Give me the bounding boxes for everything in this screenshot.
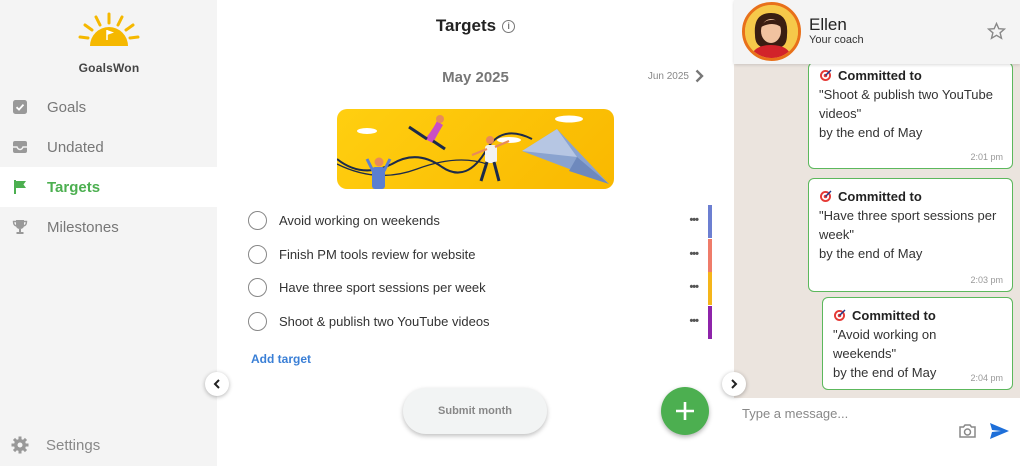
message-line: "Have three sport sessions per	[819, 208, 997, 223]
message-line: by the end of May	[819, 125, 923, 140]
sidebar-item-label: Goals	[47, 98, 87, 116]
message-time: 2:03 pm	[970, 275, 1003, 285]
target-text: Finish PM tools review for website	[279, 246, 476, 262]
message-heading: Committed to	[819, 189, 1003, 204]
message-heading-text: Committed to	[852, 308, 936, 323]
sun-logo-icon	[78, 12, 140, 46]
favorite-star-icon[interactable]	[986, 21, 1007, 45]
collapse-chat-button[interactable]	[722, 372, 746, 396]
message-line: "Shoot & publish two YouTube	[819, 87, 993, 102]
next-month-button[interactable]: Jun 2025	[648, 69, 704, 83]
chevron-left-icon	[213, 379, 220, 389]
target-color-bar	[708, 305, 712, 339]
target-text: Have three sport sessions per week	[279, 280, 486, 296]
more-options-icon[interactable]: •••	[689, 282, 699, 293]
sidebar-item-milestones[interactable]: Milestones	[0, 207, 217, 247]
add-target-link[interactable]: Add target	[251, 352, 311, 366]
chat-header: Ellen Your coach	[734, 0, 1020, 64]
target-text: Avoid working on weekends	[279, 213, 440, 229]
target-color-bar	[708, 238, 712, 272]
sidebar-item-goals[interactable]: Goals	[0, 87, 217, 127]
message-composer[interactable]: Type a message...	[734, 398, 1020, 466]
target-row[interactable]: Finish PM tools review for website •••	[247, 238, 712, 272]
chat-message: Committed to "Have three sport sessions …	[808, 178, 1013, 292]
collapse-sidebar-button[interactable]	[205, 372, 229, 396]
plus-icon	[676, 402, 694, 420]
flying-people-illustration-icon	[337, 115, 609, 189]
targets-illustration	[337, 109, 614, 189]
chat-message: Committed to "Shoot & publish two YouTub…	[808, 64, 1013, 169]
more-options-icon[interactable]: •••	[689, 315, 699, 326]
message-heading: Committed to	[833, 308, 1003, 323]
message-heading: Committed to	[819, 68, 1003, 83]
coach-name: Ellen	[809, 15, 847, 34]
inbox-icon	[12, 139, 28, 155]
message-line: week"	[819, 227, 854, 242]
target-checkbox[interactable]	[248, 211, 267, 231]
target-text: Shoot & publish two YouTube videos	[279, 314, 490, 330]
message-heading-text: Committed to	[838, 68, 922, 83]
message-body: "Shoot & publish two YouTube videos" by …	[819, 85, 1003, 142]
page-title: Targets i	[217, 16, 734, 36]
more-options-icon[interactable]: •••	[689, 248, 699, 259]
trophy-icon	[12, 219, 28, 235]
goalswon-logo[interactable]: GoalsWon	[74, 10, 144, 75]
target-color-bar	[708, 272, 712, 306]
chat-messages: Committed to "Shoot & publish two YouTub…	[734, 64, 1020, 398]
next-month-label: Jun 2025	[647, 70, 689, 82]
sidebar-item-label: Milestones	[47, 218, 119, 236]
sidebar-item-undated[interactable]: Undated	[0, 127, 217, 167]
message-input[interactable]: Type a message...	[742, 406, 848, 421]
page-title-text: Targets	[435, 16, 497, 35]
target-row[interactable]: Avoid working on weekends •••	[247, 204, 712, 238]
settings-item[interactable]: Settings	[0, 432, 217, 458]
flag-icon	[12, 179, 28, 195]
sidebar-item-label: Targets	[47, 178, 101, 196]
message-time: 2:04 pm	[970, 373, 1003, 383]
more-options-icon[interactable]: •••	[689, 215, 699, 226]
target-color-bar	[708, 205, 712, 238]
target-icon	[834, 309, 846, 321]
gear-icon	[11, 436, 29, 454]
camera-icon[interactable]	[958, 423, 977, 444]
info-icon[interactable]: i	[502, 19, 516, 33]
target-icon	[820, 190, 832, 202]
sidebar-item-label: Undated	[47, 138, 104, 156]
add-button[interactable]	[661, 387, 709, 435]
sidebar-item-targets[interactable]: Targets	[0, 167, 217, 207]
chevron-right-icon	[731, 379, 738, 389]
send-icon[interactable]	[989, 422, 1010, 445]
target-icon	[820, 69, 832, 81]
message-line: by the end of May	[819, 246, 923, 261]
target-checkbox[interactable]	[248, 312, 267, 332]
target-row[interactable]: Have three sport sessions per week •••	[247, 271, 712, 306]
coach-chat-panel: Ellen Your coach Committed to "Shoot & p…	[734, 0, 1020, 466]
main-panel: Targets i May 2025 Jun 2025 Avoid workin…	[217, 0, 734, 466]
message-body: "Have three sport sessions per week" by …	[819, 206, 1003, 263]
logo-text: GoalsWon	[78, 61, 140, 75]
checkbox-icon	[12, 99, 28, 115]
sidebar-nav: Goals Undated Targets Milestones	[0, 87, 217, 247]
chat-message: Committed to "Avoid working on weekends"…	[822, 297, 1013, 390]
chevron-right-icon	[695, 69, 704, 83]
targets-list: Avoid working on weekends ••• Finish PM …	[247, 204, 712, 339]
message-time: 2:01 pm	[970, 152, 1003, 162]
sidebar: GoalsWon Goals Undated Targets Milestone…	[0, 0, 217, 466]
target-checkbox[interactable]	[248, 278, 267, 298]
target-checkbox[interactable]	[248, 244, 267, 264]
message-line: "Avoid working on weekends"	[833, 327, 937, 361]
message-heading-text: Committed to	[838, 189, 922, 204]
settings-label: Settings	[46, 436, 101, 454]
target-row[interactable]: Shoot & publish two YouTube videos •••	[247, 305, 712, 339]
message-line: videos"	[819, 106, 862, 121]
coach-portrait-icon	[745, 5, 798, 58]
coach-avatar[interactable]	[742, 2, 801, 61]
coach-role: Your coach	[809, 34, 864, 46]
submit-month-button[interactable]: Submit month	[403, 388, 547, 434]
